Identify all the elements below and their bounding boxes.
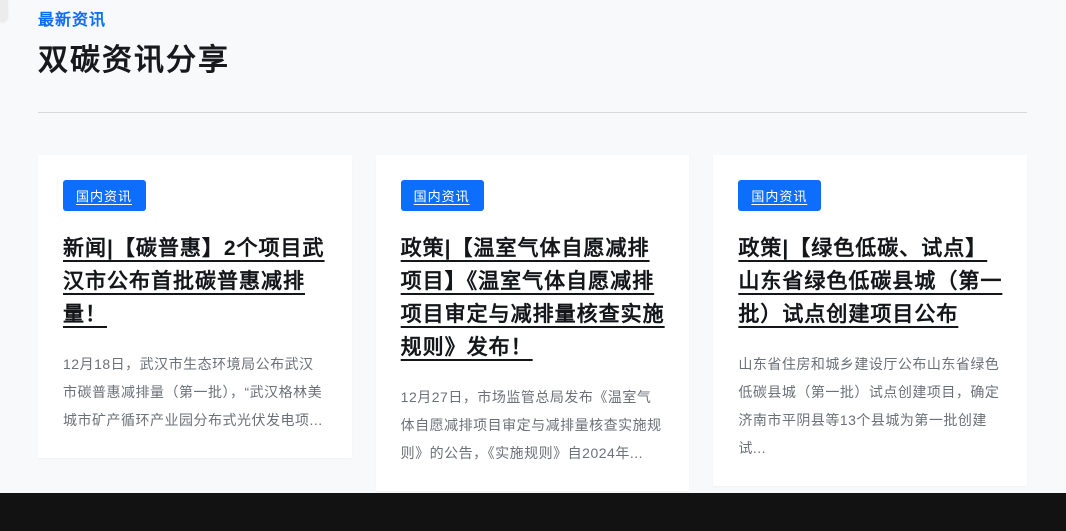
section-divider — [38, 112, 1027, 113]
news-card: 国内资讯 政策|【绿色低碳、试点】山东省绿色低碳县城（第一批）试点创建项目公布 … — [713, 155, 1027, 486]
news-card: 国内资讯 新闻|【碳普惠】2个项目武汉市公布首批碳普惠减排量！ 12月18日，武… — [38, 155, 352, 458]
news-excerpt: 12月27日，市场监管总局发布《温室气体自愿减排项目审定与减排量核查实施规则》的… — [401, 383, 666, 467]
floating-widget-fragment — [0, 0, 8, 22]
news-section: 最新资讯 双碳资讯分享 国内资讯 新闻|【碳普惠】2个项目武汉市公布首批碳普惠减… — [0, 0, 1066, 491]
news-section-page: 最新资讯 双碳资讯分享 国内资讯 新闻|【碳普惠】2个项目武汉市公布首批碳普惠减… — [0, 0, 1066, 531]
news-title-link[interactable]: 政策|【绿色低碳、试点】山东省绿色低碳县城（第一批）试点创建项目公布 — [738, 232, 1003, 331]
news-excerpt: 山东省住房和城乡建设厅公布山东省绿色低碳县城（第一批）试点创建项目，确定济南市平… — [738, 350, 1003, 462]
news-title-link[interactable]: 新闻|【碳普惠】2个项目武汉市公布首批碳普惠减排量！ — [63, 232, 328, 331]
news-title-link[interactable]: 政策|【温室气体自愿减排项目】《温室气体自愿减排项目审定与减排量核查实施规则》发… — [401, 232, 666, 364]
category-badge-link[interactable]: 国内资讯 — [401, 180, 484, 211]
category-badge-link[interactable]: 国内资讯 — [63, 180, 146, 211]
news-excerpt: 12月18日，武汉市生态环境局公布武汉市碳普惠减排量（第一批），“武汉格林美城市… — [63, 350, 328, 434]
section-eyebrow: 最新资讯 — [38, 6, 1027, 30]
category-badge-link[interactable]: 国内资讯 — [738, 180, 821, 211]
news-card-list: 国内资讯 新闻|【碳普惠】2个项目武汉市公布首批碳普惠减排量！ 12月18日，武… — [38, 155, 1027, 491]
page-title: 双碳资讯分享 — [38, 35, 1027, 79]
footer-bar — [0, 493, 1066, 531]
news-card: 国内资讯 政策|【温室气体自愿减排项目】《温室气体自愿减排项目审定与减排量核查实… — [376, 155, 690, 491]
